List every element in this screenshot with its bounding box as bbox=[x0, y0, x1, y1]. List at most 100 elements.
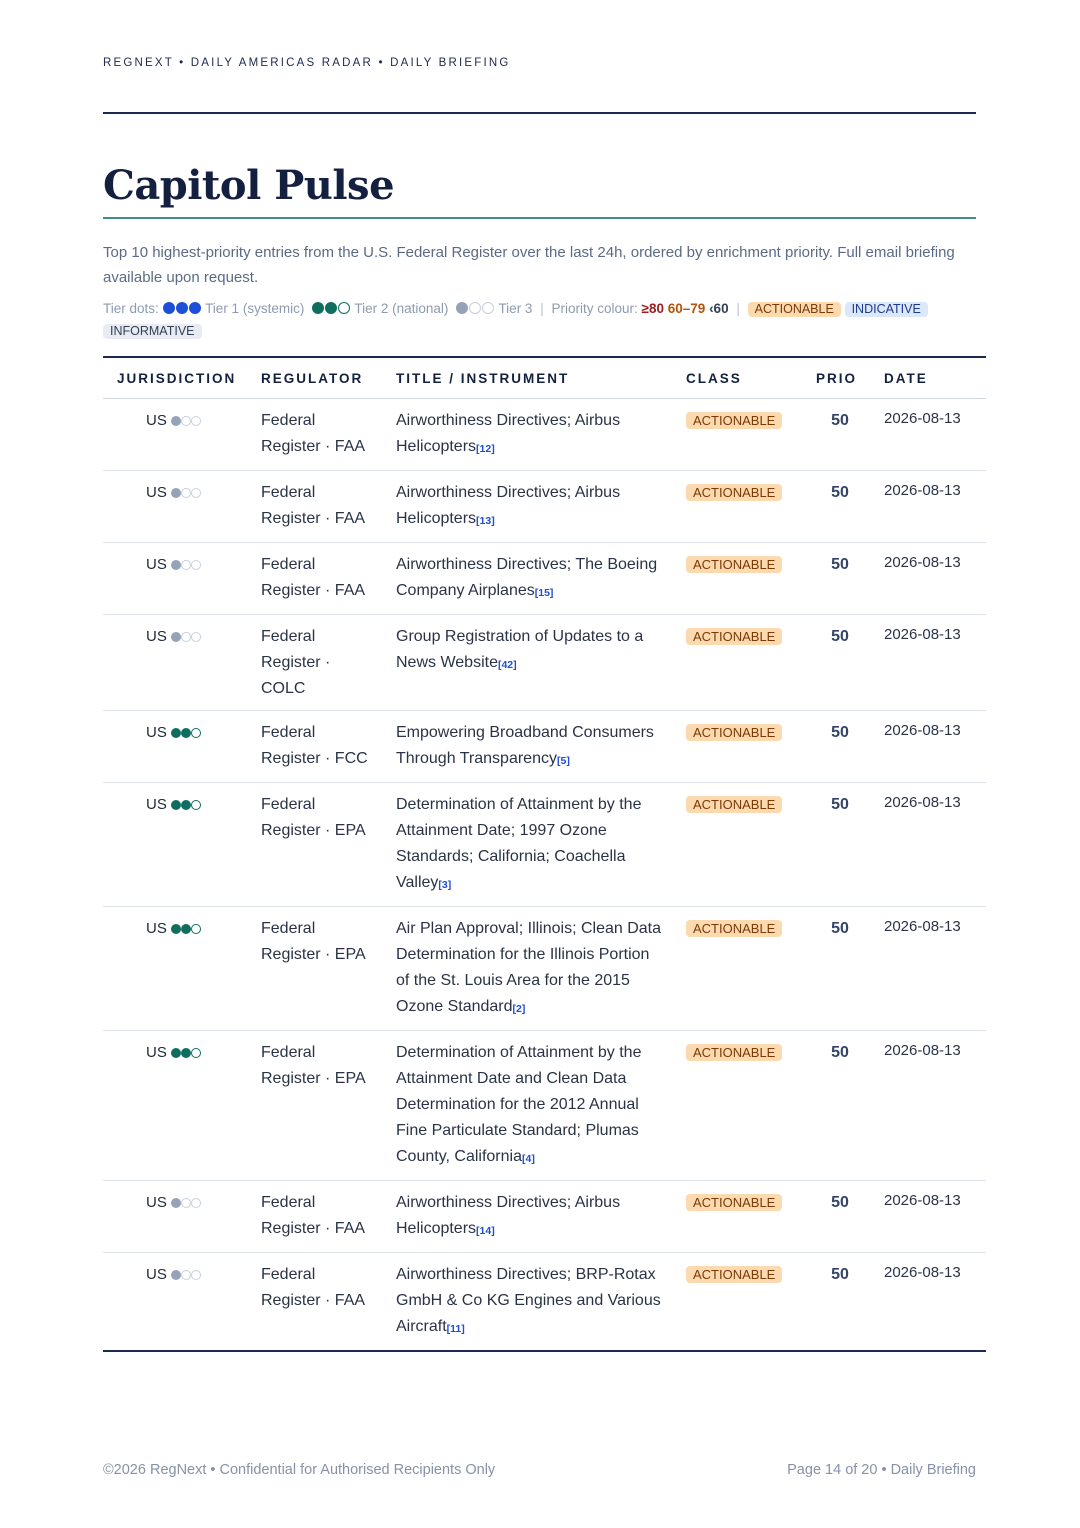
table-row: US Federal Register · FAA Airworthiness D… bbox=[103, 398, 986, 471]
instrument-title: Airworthiness Directives; Airbus Helicop… bbox=[396, 1194, 621, 1237]
table-body: US Federal Register · FAA Airworthiness D… bbox=[103, 398, 986, 1352]
class-cell: ACTIONABLE bbox=[676, 906, 806, 1031]
table-row: US Federal Register · EPA Determination o… bbox=[103, 782, 986, 907]
citation-link[interactable]: [42] bbox=[498, 659, 517, 671]
regulator-cell: Federal Register · FAA bbox=[251, 398, 386, 471]
priority-cell: 50 bbox=[806, 542, 874, 615]
legend-class-indicative: INDICATIVE bbox=[844, 302, 928, 317]
class-badge: ACTIONABLE bbox=[686, 796, 783, 813]
title-cell: Air Plan Approval; Illinois; Clean Data … bbox=[386, 906, 676, 1031]
date-cell: 2026-08-13 bbox=[874, 542, 986, 615]
title-cell: Empowering Broadband Consumers Through T… bbox=[386, 710, 676, 783]
jurisdiction-code: US bbox=[146, 1194, 167, 1211]
regulator-cell: Federal Register · COLC bbox=[251, 614, 386, 711]
legend-tier3: Tier 3 bbox=[498, 301, 533, 316]
date-cell: 2026-08-13 bbox=[874, 398, 986, 471]
jurisdiction-code: US bbox=[146, 1044, 167, 1061]
tier-dots-icon bbox=[171, 628, 202, 645]
citation-link[interactable]: [5] bbox=[557, 755, 570, 767]
date-cell: 2026-08-13 bbox=[884, 1264, 961, 1281]
footer-page-number: Page 14 of 20 • Daily Briefing bbox=[787, 1462, 976, 1478]
jurisdiction-cell: US bbox=[103, 782, 251, 907]
regulator-cell: Federal Register · FAA bbox=[251, 1180, 386, 1253]
tier3-dots-icon bbox=[455, 301, 495, 316]
class-badge: ACTIONABLE bbox=[686, 1044, 783, 1061]
date-cell: 2026-08-13 bbox=[874, 1030, 986, 1181]
jurisdiction-cell: US bbox=[103, 1253, 251, 1352]
regulator-cell: Federal Register · FAA bbox=[261, 1266, 366, 1309]
class-badge: ACTIONABLE bbox=[686, 628, 783, 645]
citation-link[interactable]: [12] bbox=[476, 443, 495, 455]
instrument-title: Airworthiness Directives; The Boeing Com… bbox=[396, 556, 658, 599]
legend-separator: | bbox=[540, 301, 544, 316]
priority-cell: 50 bbox=[806, 470, 874, 543]
title-cell: Airworthiness Directives; Airbus Helicop… bbox=[386, 1180, 676, 1253]
priority-cell: 50 bbox=[806, 782, 874, 907]
legend-separator: | bbox=[736, 301, 740, 316]
tier-dots-icon bbox=[171, 556, 202, 573]
citation-link[interactable]: [13] bbox=[476, 515, 495, 527]
priority-cell: 50 bbox=[806, 1030, 874, 1181]
entries-table: JURISDICTION REGULATOR TITLE / INSTRUMEN… bbox=[103, 356, 986, 1352]
instrument-title: Group Registration of Updates to a News … bbox=[396, 628, 644, 671]
regulator-cell: Federal Register · EPA bbox=[251, 1030, 386, 1181]
table-row: US Federal Register · EPA Air Plan Approv… bbox=[103, 906, 986, 1031]
instrument-title: Airworthiness Directives; BRP-Rotax GmbH… bbox=[396, 1266, 661, 1335]
class-cell: ACTIONABLE bbox=[676, 542, 806, 615]
tier-dots-icon bbox=[171, 484, 202, 501]
class-badge: ACTIONABLE bbox=[686, 1194, 783, 1211]
tier2-dots-icon bbox=[311, 301, 351, 316]
title-cell: Determination of Attainment by the Attai… bbox=[386, 1030, 676, 1181]
date-cell: 2026-08-13 bbox=[874, 1180, 986, 1253]
jurisdiction-cell: US bbox=[103, 906, 251, 1031]
page-title: Capitol Pulse bbox=[103, 162, 395, 209]
column-header-class: CLASS bbox=[676, 357, 806, 399]
citation-link[interactable]: [3] bbox=[438, 879, 451, 891]
column-header-regulator: REGULATOR bbox=[251, 357, 386, 399]
jurisdiction-code: US bbox=[146, 412, 167, 429]
priority-cell: 50 bbox=[806, 710, 874, 783]
jurisdiction-code: US bbox=[146, 556, 167, 573]
legend-priority-label: Priority colour: bbox=[551, 301, 638, 316]
title-cell: Airworthiness Directives; BRP-Rotax GmbH… bbox=[386, 1253, 676, 1352]
citation-link[interactable]: [2] bbox=[513, 1003, 526, 1015]
table-row: US Federal Register · FAA Airworthiness D… bbox=[103, 1180, 986, 1253]
table-row: US Federal Register · FAA Airworthiness D… bbox=[103, 542, 986, 615]
citation-link[interactable]: [11] bbox=[447, 1323, 465, 1335]
date-cell: 2026-08-13 bbox=[874, 906, 986, 1031]
footer-copyright: ©2026 RegNext • Confidential for Authori… bbox=[103, 1462, 496, 1478]
citation-link[interactable]: [4] bbox=[522, 1153, 535, 1165]
instrument-title: Air Plan Approval; Illinois; Clean Data … bbox=[396, 920, 662, 1015]
legend-class-actionable: ACTIONABLE bbox=[747, 302, 841, 317]
date-cell: 2026-08-13 bbox=[874, 470, 986, 543]
jurisdiction-code: US bbox=[146, 484, 167, 501]
regulator-cell: Federal Register · FCC bbox=[251, 710, 386, 783]
citation-link[interactable]: [15] bbox=[535, 587, 554, 599]
legend-prio-low: ‹60 bbox=[709, 301, 729, 316]
regulator-cell: Federal Register · FAA bbox=[251, 470, 386, 543]
column-header-date: DATE bbox=[874, 357, 986, 399]
legend-class-informative: INFORMATIVE bbox=[103, 324, 202, 339]
regulator-cell: Federal Register · EPA bbox=[251, 906, 386, 1031]
class-cell: ACTIONABLE bbox=[676, 1180, 806, 1253]
legend-tier2: Tier 2 (national) bbox=[354, 301, 449, 316]
title-cell: Group Registration of Updates to a News … bbox=[386, 614, 676, 711]
jurisdiction-code: US bbox=[146, 1266, 167, 1283]
tier-dots-icon bbox=[171, 1266, 202, 1283]
priority-cell: 50 bbox=[806, 1180, 874, 1253]
jurisdiction-cell: US bbox=[103, 614, 251, 711]
priority-cell: 50 bbox=[806, 614, 874, 711]
regulator-cell: Federal Register · FAA bbox=[251, 542, 386, 615]
jurisdiction-cell: US bbox=[103, 1030, 251, 1181]
citation-link[interactable]: [14] bbox=[476, 1225, 495, 1237]
class-cell: ACTIONABLE bbox=[676, 470, 806, 543]
table-header-row: JURISDICTION REGULATOR TITLE / INSTRUMEN… bbox=[103, 357, 986, 399]
priority-cell: 50 bbox=[806, 906, 874, 1031]
class-cell: ACTIONABLE bbox=[676, 710, 806, 783]
class-cell: ACTIONABLE bbox=[676, 398, 806, 471]
column-header-prio: PRIO bbox=[806, 357, 874, 399]
class-cell: ACTIONABLE bbox=[676, 1253, 806, 1352]
table-row: US Federal Register · FAA Airworthiness D… bbox=[103, 470, 986, 543]
instrument-title: Determination of Attainment by the Attai… bbox=[396, 796, 642, 891]
briefing-page: REGNEXT • DAILY AMERICAS RADAR • DAILY B… bbox=[0, 0, 1080, 1528]
